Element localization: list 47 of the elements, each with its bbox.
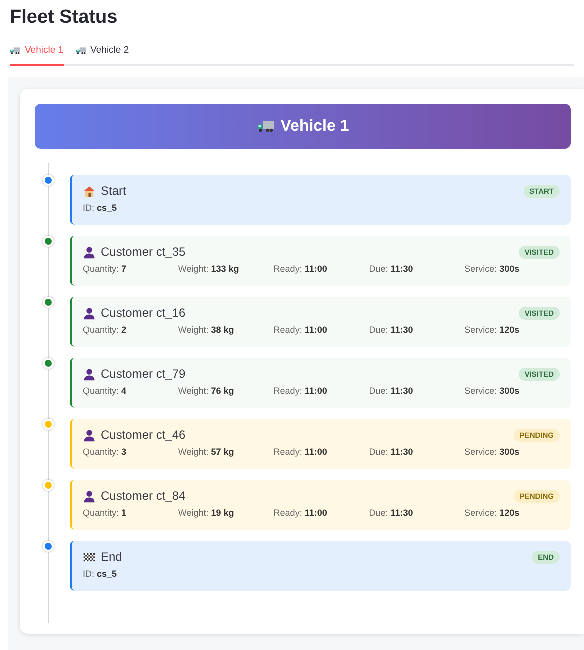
stop-detail: Quantity: 7 — [83, 263, 128, 276]
stop-detail: Weight: 19 kg — [178, 507, 236, 520]
person-icon — [83, 490, 96, 503]
stop-detail: Ready: 11:00 — [274, 324, 328, 338]
stop-detail: Due: 11:30 — [369, 263, 414, 276]
person-icon — [83, 428, 96, 442]
stop-detail: ID: cs_5 — [83, 568, 118, 582]
truck-icon — [256, 120, 275, 134]
stop-detail: Service: 300s — [464, 446, 521, 460]
stop-detail: Service: 300s — [464, 263, 521, 276]
stop-detail: Ready: 11:00 — [274, 446, 328, 460]
stop-detail: Quantity: 1 — [83, 507, 128, 520]
stop-name: Customer ct_16 — [101, 305, 186, 322]
stop-detail: Due: 11:30 — [369, 385, 414, 398]
stop-name: Customer ct_84 — [101, 488, 186, 504]
stop-detail: Weight: 38 kg — [178, 324, 236, 338]
stop-detail: Service: 120s — [464, 507, 521, 520]
stop-detail: Quantity: 3 — [83, 446, 128, 460]
stop-name: End — [101, 549, 122, 566]
stop-detail: Service: 120s — [464, 324, 521, 338]
stop-detail: Weight: 133 kg — [178, 263, 240, 276]
stop-detail: Ready: 11:00 — [274, 263, 328, 276]
vehicle-title: Vehicle 1 — [280, 116, 350, 137]
stop-detail: Weight: 57 kg — [178, 446, 236, 460]
person-icon — [83, 368, 96, 381]
vehicle-tab[interactable]: Vehicle 2 — [76, 44, 130, 66]
person-icon — [83, 246, 96, 259]
house-icon — [83, 184, 96, 198]
truck-icon — [10, 47, 21, 56]
stop-detail: Quantity: 2 — [83, 324, 128, 338]
stop-name: Start — [101, 183, 126, 200]
stop-detail: Service: 300s — [464, 385, 521, 398]
person-icon — [83, 306, 96, 320]
stop-detail: Ready: 11:00 — [274, 507, 328, 520]
stop-name: Customer ct_79 — [101, 366, 186, 382]
stop-detail: Due: 11:30 — [369, 446, 414, 460]
page-title: Fleet Status — [10, 6, 119, 30]
truck-icon — [76, 47, 87, 56]
stop-detail: Due: 11:30 — [369, 507, 414, 520]
stop-detail: Ready: 11:00 — [274, 385, 328, 398]
checkered-flag-icon — [83, 550, 96, 564]
stop-name: Customer ct_35 — [101, 244, 186, 260]
stop-name: Customer ct_46 — [101, 427, 186, 444]
stop-detail: Weight: 76 kg — [178, 385, 236, 398]
stop-detail: Quantity: 4 — [83, 385, 128, 398]
stop-detail: ID: cs_5 — [83, 202, 118, 216]
stop-detail: Due: 11:30 — [369, 324, 414, 338]
